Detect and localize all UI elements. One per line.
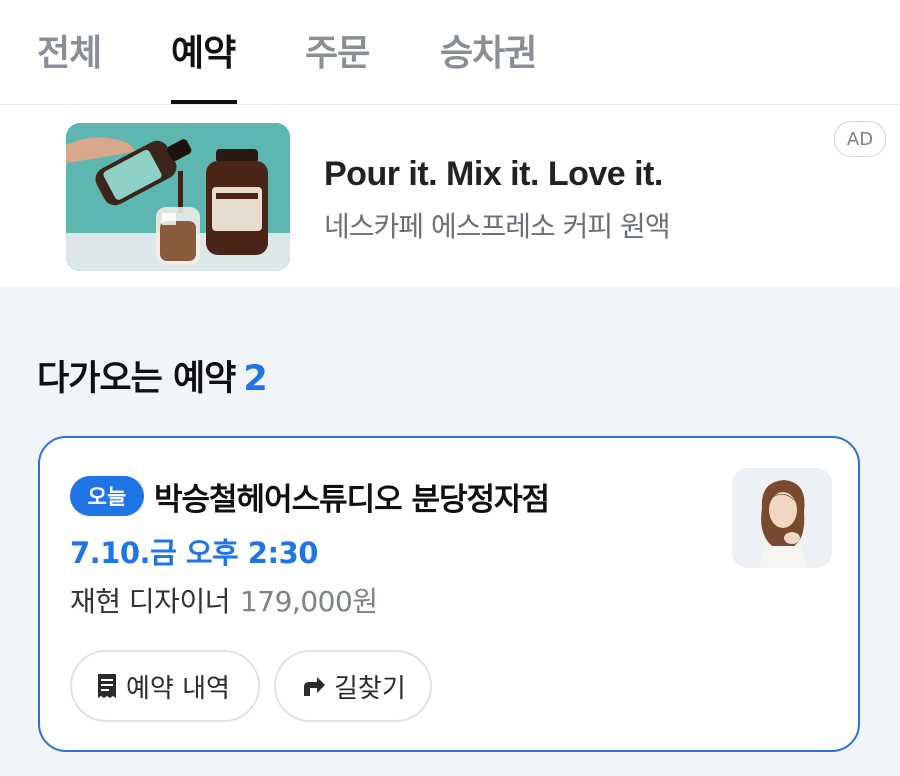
coffee-product-image [66, 123, 290, 271]
reservation-price: 179,000원 [239, 585, 378, 618]
reservation-history-label: 예약 내역 [126, 673, 230, 704]
turn-right-arrow-icon [300, 674, 326, 698]
tab-tickets[interactable]: 승차권 [440, 24, 537, 76]
directions-button[interactable]: 길찾기 [274, 650, 432, 722]
ad-title: Pour it. Mix it. Love it. [324, 155, 663, 193]
reservation-history-button[interactable]: 예약 내역 [70, 650, 260, 722]
reservations-page: 전체 예약 주문 승차권 Pour it. Mix it. Love it. 네… [0, 0, 900, 776]
tab-reservations[interactable]: 예약 [171, 24, 236, 76]
reservation-info: 재현 디자이너 179,000원 [70, 580, 378, 620]
designer-avatar[interactable] [732, 468, 832, 568]
tab-orders[interactable]: 주문 [305, 24, 370, 76]
directions-label: 길찾기 [334, 673, 406, 704]
upcoming-reservations-heading: 다가오는 예약 2 [37, 350, 268, 401]
tab-all[interactable]: 전체 [37, 24, 102, 76]
ad-subtitle: 네스카페 에스프레소 커피 원액 [324, 210, 671, 243]
today-badge: 오늘 [70, 476, 144, 516]
reservation-card[interactable]: 오늘 박승철헤어스튜디오 분당정자점 7.10.금 오후 2:30 재현 디자이… [38, 436, 860, 752]
receipt-icon [96, 673, 118, 699]
upcoming-count: 2 [243, 359, 267, 399]
active-tab-indicator [171, 100, 237, 104]
ad-banner[interactable]: Pour it. Mix it. Love it. 네스카페 에스프레소 커피 … [0, 105, 900, 287]
shop-name[interactable]: 박승철헤어스튜디오 분당정자점 [154, 474, 550, 519]
ad-badge: AD [834, 121, 886, 157]
designer-name: 재현 디자이너 [70, 585, 230, 618]
reservation-datetime: 7.10.금 오후 2:30 [70, 536, 318, 570]
tab-bar: 전체 예약 주문 승차권 [0, 0, 900, 105]
upcoming-title: 다가오는 예약 [37, 359, 236, 399]
